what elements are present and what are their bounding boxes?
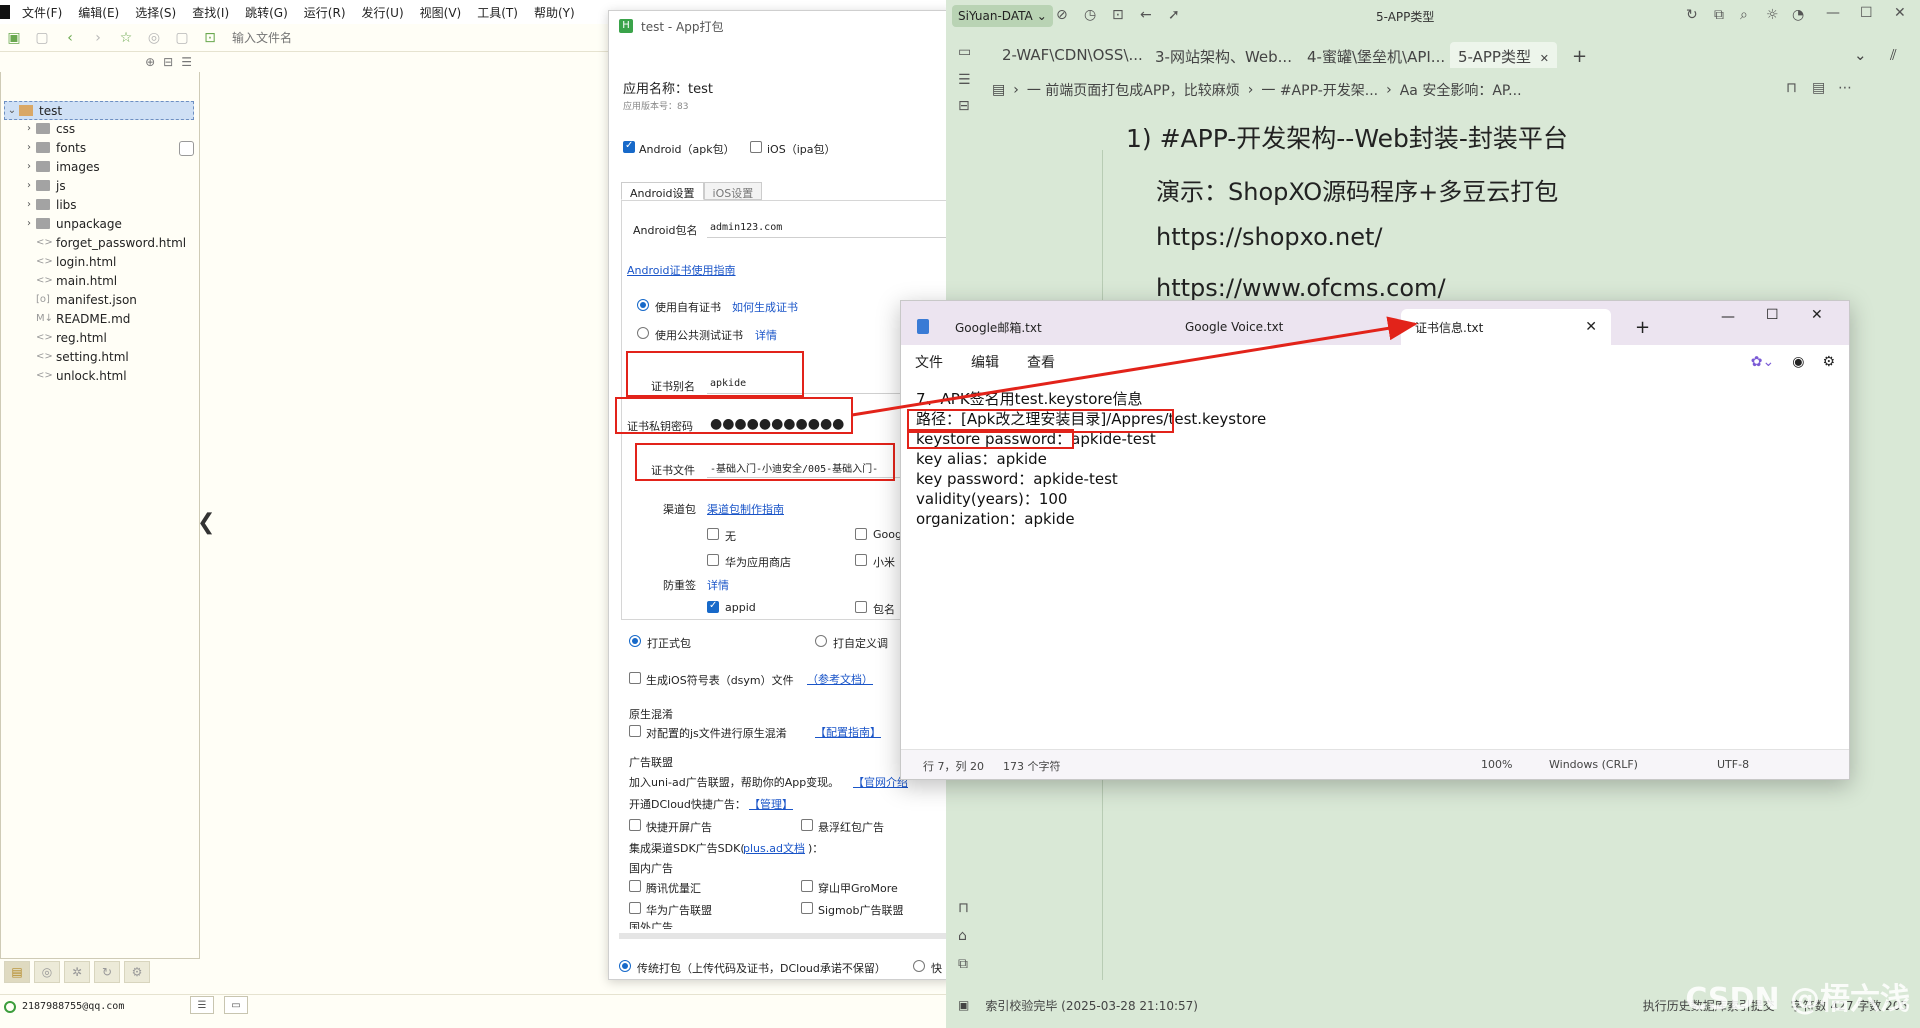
watermark: CSDN @梧六浅 — [1685, 982, 1910, 1017]
annotation-arrow — [851, 316, 1418, 417]
